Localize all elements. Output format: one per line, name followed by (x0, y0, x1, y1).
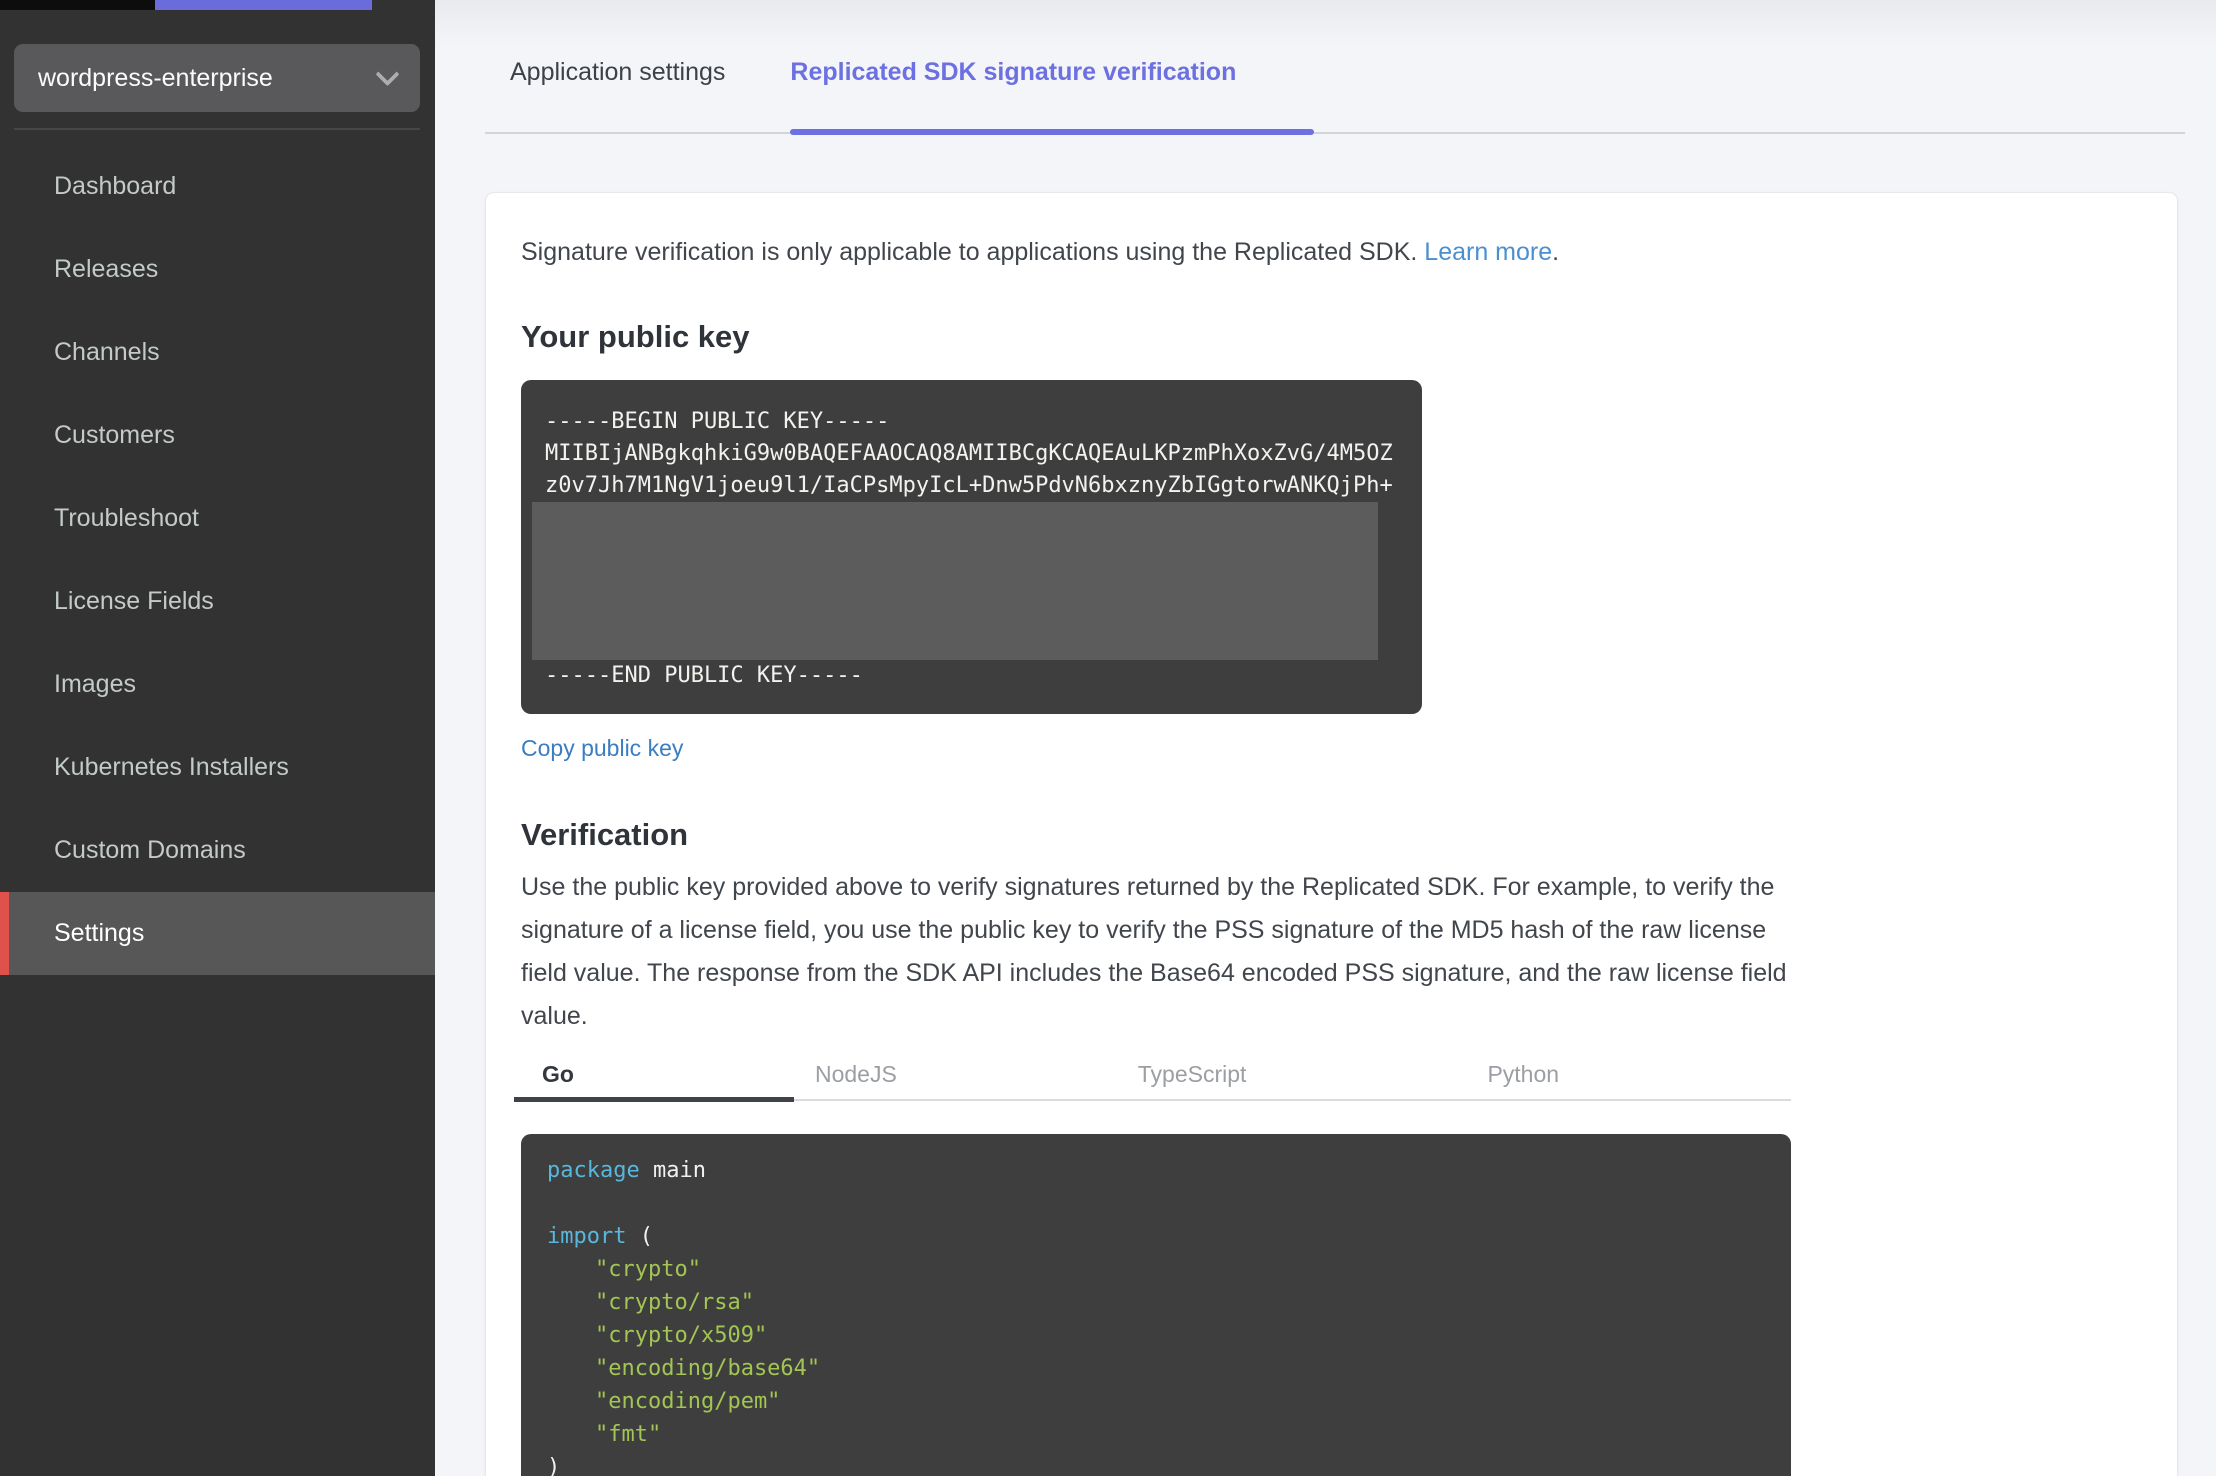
tab-python[interactable]: Python (1487, 1061, 1559, 1088)
code-keyword: import (547, 1224, 627, 1249)
key-end-line: -----END PUBLIC KEY----- (545, 663, 863, 688)
sidebar: wordpress-enterprise Dashboard Releases … (0, 0, 435, 1476)
sidebar-item-releases[interactable]: Releases (0, 228, 435, 311)
active-tab-indicator (790, 129, 1314, 135)
sidebar-nav: Dashboard Releases Channels Customers Tr… (0, 145, 435, 975)
public-key-textarea[interactable]: -----BEGIN PUBLIC KEY----- MIIBIjANBgkqh… (521, 380, 1422, 714)
intro-suffix: . (1552, 238, 1560, 266)
sidebar-item-kubernetes-installers[interactable]: Kubernetes Installers (0, 726, 435, 809)
public-key-heading: Your public key (521, 319, 750, 354)
code-import: "fmt" (595, 1422, 662, 1447)
code-line: ) (547, 1455, 561, 1476)
sidebar-item-customers[interactable]: Customers (0, 394, 435, 477)
verification-description: Use the public key provided above to ver… (521, 873, 1787, 1030)
app-selector-label: wordpress-enterprise (38, 63, 273, 92)
code-language-tab-bar: Go NodeJS TypeScript Python (514, 1050, 1791, 1102)
window-chrome-accent-strip (155, 0, 372, 10)
window-chrome-strip (0, 0, 155, 10)
chevron-down-icon (375, 61, 400, 86)
selected-key-region (532, 502, 1378, 660)
tab-typescript[interactable]: TypeScript (1138, 1061, 1247, 1088)
sidebar-item-settings[interactable]: Settings (0, 892, 435, 975)
content-card: Signature verification is only applicabl… (485, 192, 2178, 1476)
code-import: "encoding/pem" (595, 1389, 781, 1414)
go-code-sample: package main import ( "crypto" "crypto/r… (521, 1134, 1791, 1476)
active-language-indicator (514, 1097, 794, 1102)
key-body-line: z0v7Jh7M1NgV1joeu9l1/IaCPsMpyIcL+Dnw5Pdv… (545, 473, 1393, 498)
tab-replicated-sdk-signature-verification[interactable]: Replicated SDK signature verification (790, 58, 1236, 133)
main-content: Application settings Replicated SDK sign… (435, 0, 2216, 1476)
sidebar-item-troubleshoot[interactable]: Troubleshoot (0, 477, 435, 560)
verification-heading: Verification (521, 817, 689, 852)
sidebar-item-channels[interactable]: Channels (0, 311, 435, 394)
tab-go[interactable]: Go (542, 1061, 574, 1088)
code-import: "crypto/rsa" (595, 1290, 754, 1315)
code-import: "encoding/base64" (595, 1356, 821, 1381)
settings-tab-bar: Application settings Replicated SDK sign… (435, 0, 2216, 135)
code-keyword: package (547, 1158, 640, 1183)
key-begin-line: -----BEGIN PUBLIC KEY----- (545, 409, 890, 434)
code-import: "crypto" (595, 1257, 701, 1282)
intro-text: Signature verification is only applicabl… (521, 235, 2177, 269)
sidebar-divider (14, 128, 420, 130)
copy-public-key-link[interactable]: Copy public key (521, 735, 683, 762)
page: wordpress-enterprise Dashboard Releases … (0, 0, 2216, 1476)
code-line: package main (547, 1158, 706, 1183)
intro-prefix: Signature verification is only applicabl… (521, 238, 1425, 266)
code-import: "crypto/x509" (595, 1323, 768, 1348)
tab-nodejs[interactable]: NodeJS (815, 1061, 897, 1088)
key-body-line: MIIBIjANBgkqhkiG9w0BAQEFAAOCAQ8AMIIBCgKC… (545, 441, 1393, 466)
sidebar-item-dashboard[interactable]: Dashboard (0, 145, 435, 228)
sidebar-item-custom-domains[interactable]: Custom Domains (0, 809, 435, 892)
app-selector-dropdown[interactable]: wordpress-enterprise (14, 44, 420, 112)
tab-bar-divider (485, 132, 2185, 134)
sidebar-item-images[interactable]: Images (0, 643, 435, 726)
tab-application-settings[interactable]: Application settings (510, 58, 725, 133)
code-line: import ( (547, 1224, 653, 1249)
sidebar-item-license-fields[interactable]: License Fields (0, 560, 435, 643)
learn-more-link[interactable]: Learn more (1424, 238, 1552, 266)
